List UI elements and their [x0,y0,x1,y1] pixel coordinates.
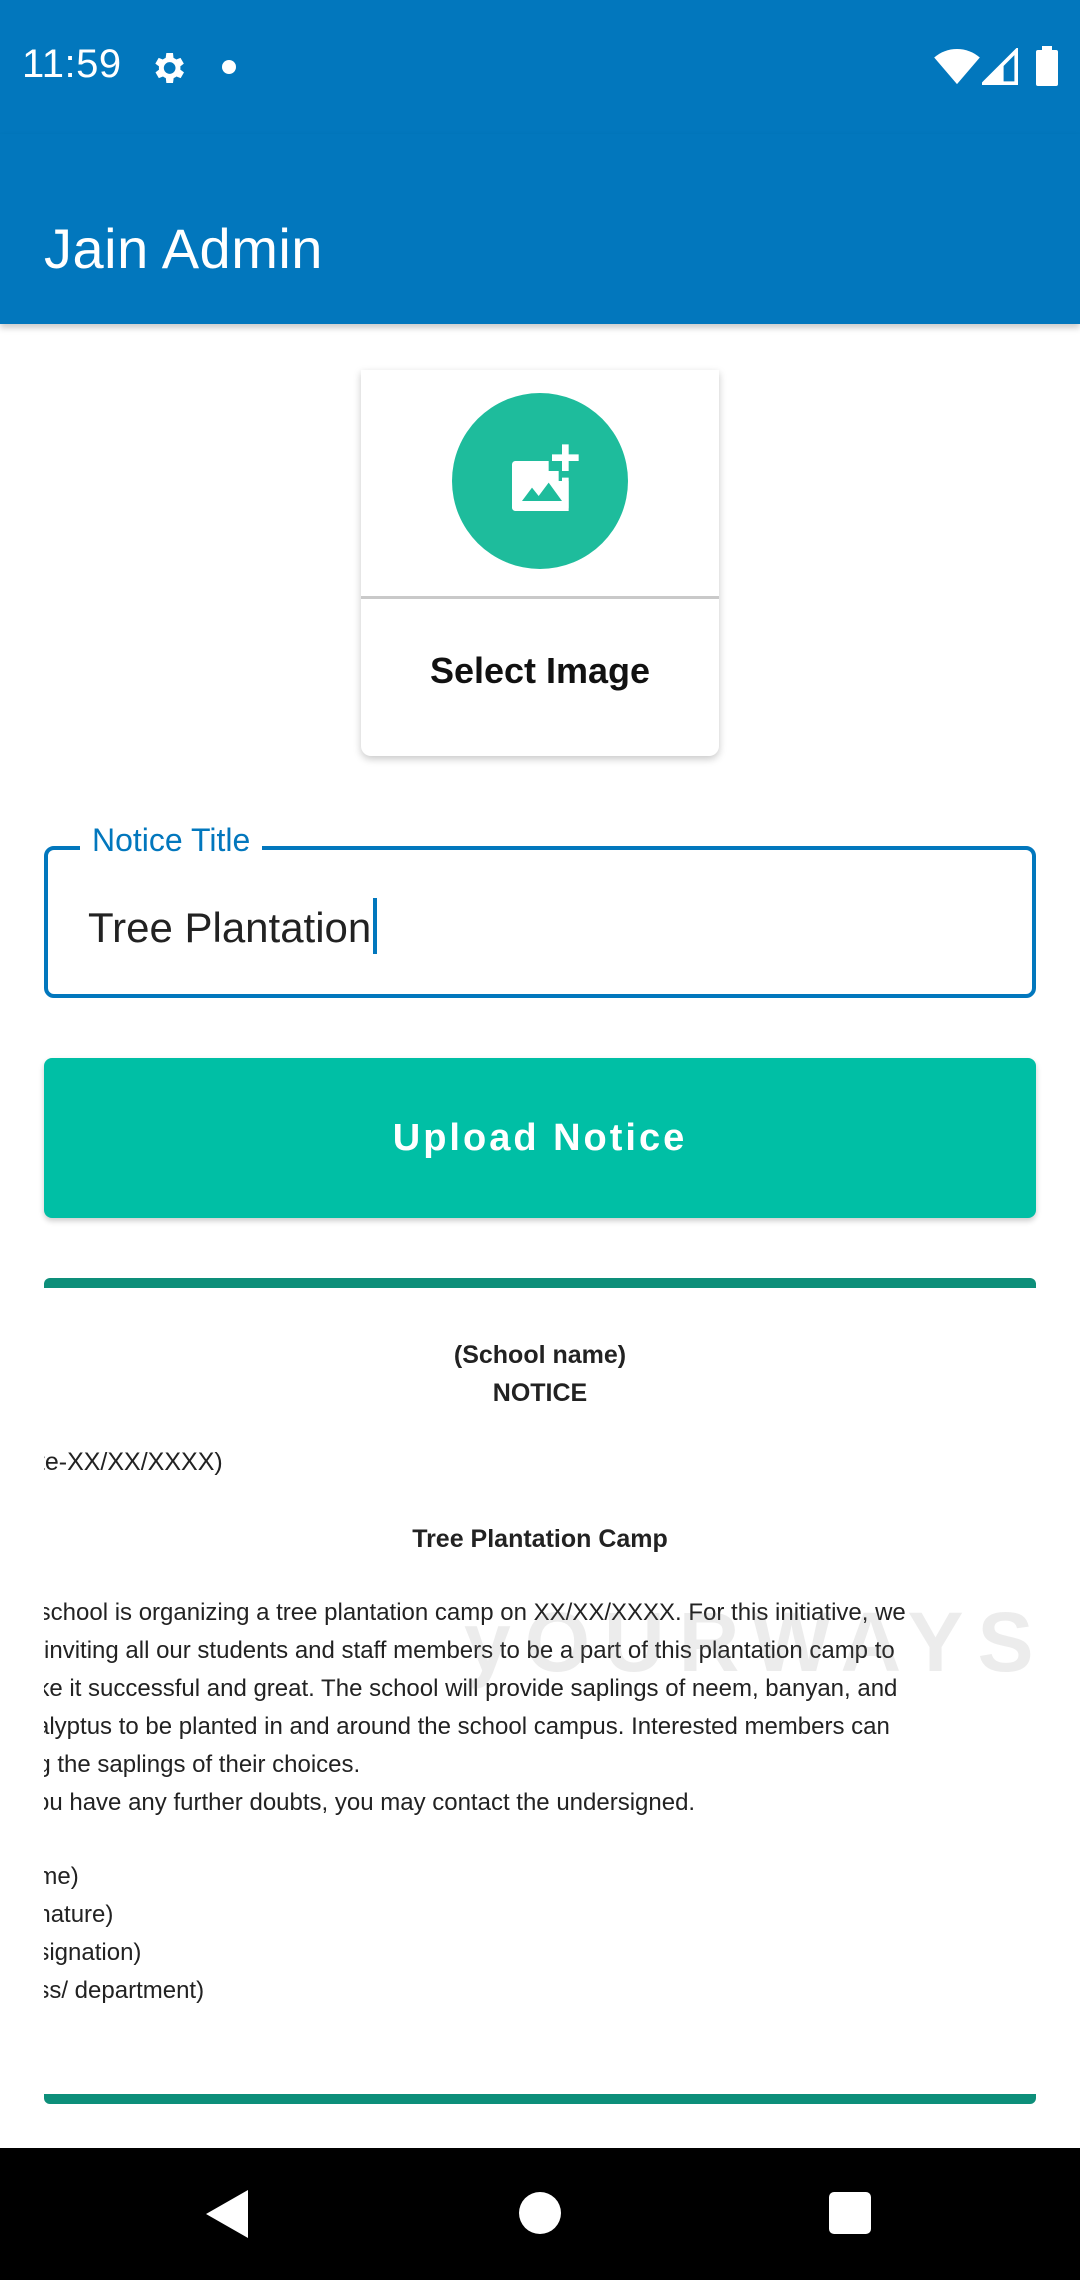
doc-body-line: ng the saplings of their choices. [44,1751,361,1778]
status-bar: 11:59 [0,0,1080,134]
preview-bottom-border [44,2094,1036,2104]
navigation-bar [0,2148,1080,2280]
wifi-icon [934,48,980,85]
select-image-label[interactable]: Select Image [361,650,719,692]
notice-title-label: Notice Title [80,822,263,859]
back-icon[interactable] [204,2188,252,2240]
notice-title-field[interactable]: Notice Title Tree Plantation [44,822,1036,998]
preview-top-border [44,1278,1036,1288]
battery-icon [1036,46,1058,86]
doc-school-name: (School name) [453,1341,627,1369]
doc-sign-line: ame) [44,1863,79,1890]
notice-title-value[interactable]: Tree Plantation [88,904,371,951]
app-title: Jain Admin [44,217,323,280]
card-divider [361,596,719,599]
gear-icon [155,53,184,83]
doc-signature-block: ame) gnature) esignation) ass/ departmen… [44,1858,1036,2010]
doc-sign-line: esignation) [44,1939,142,1966]
notification-dot-icon [222,60,236,74]
doc-body-line: you have any further doubts, you may con… [44,1789,696,1816]
upload-notice-button[interactable]: Upload Notice [44,1058,1036,1218]
home-icon[interactable] [519,2192,561,2234]
select-image-button[interactable] [452,393,628,569]
doc-title: Tree Plantation Camp [412,1525,668,1553]
signal-icon [982,48,1018,85]
notice-image-preview: (School name) NOTICE ate-XX/XX/XXXX) Tre… [44,1278,1036,2104]
doc-sign-line: gnature) [44,1901,114,1928]
text-cursor [373,898,378,954]
status-time: 11:59 [22,42,122,86]
notice-title-input[interactable]: Tree Plantation [88,898,378,954]
add-photo-icon [512,444,579,511]
doc-sign-line: ass/ department) [44,1977,205,2004]
doc-body-line: calyptus to be planted in and around the… [44,1713,890,1740]
doc-date: ate-XX/XX/XXXX) [44,1448,223,1476]
doc-notice-heading: NOTICE [492,1379,588,1407]
recents-icon[interactable] [829,2192,871,2234]
doc-watermark: yOURWAYS [464,1595,1036,1689]
app-bar: Jain Admin [0,134,1080,324]
select-image-card[interactable]: Select Image [361,370,719,756]
